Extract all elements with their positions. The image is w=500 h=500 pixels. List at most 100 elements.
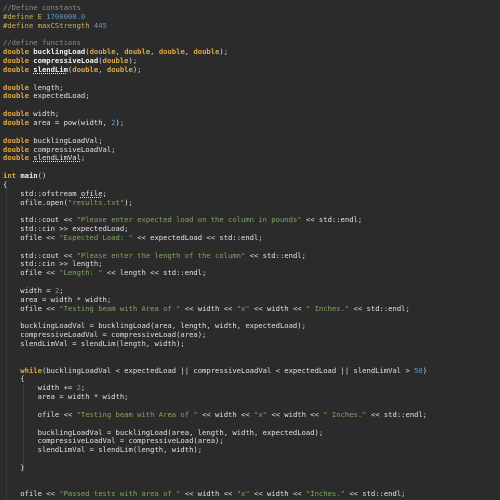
code-token-plain: width = xyxy=(3,286,55,295)
code-token-plain: slendLimVal = slendLim(length, width); xyxy=(3,339,185,349)
code-line: int main() xyxy=(3,171,500,181)
code-token-plain: , xyxy=(115,47,125,57)
code-token-keyword: double xyxy=(124,47,151,57)
code-token-plain: std::ofstream xyxy=(3,188,81,198)
code-token-plain: , xyxy=(150,47,159,57)
code-token-string: "Passed tests with area of " xyxy=(59,489,181,499)
code-token-plain: area = width * width; xyxy=(3,294,112,304)
code-token-keyword: double xyxy=(102,56,129,66)
code-token-plain: expectedLoad; xyxy=(33,91,90,101)
code-token-keyword: double xyxy=(3,64,34,74)
code-token-plain: ; xyxy=(80,153,86,163)
code-token-plain: ; xyxy=(59,286,64,295)
code-token-string: " Inches." xyxy=(323,409,367,419)
code-token-comment: //define functions xyxy=(3,38,81,48)
code-token-plain: width; xyxy=(33,109,60,119)
code-line: slendLimVal = slendLim(length, width); xyxy=(3,339,500,349)
code-token-plain: width += xyxy=(3,383,77,393)
code-token-plain: << std::endl; xyxy=(349,303,410,313)
code-token-string: "x" xyxy=(254,409,267,419)
code-token-plain: ofile << xyxy=(3,232,60,242)
code-token-keyword: double xyxy=(3,144,34,154)
code-token-keyword: double xyxy=(3,109,34,119)
code-token-plain: bucklingLoadVal; xyxy=(33,135,103,145)
code-token-plain: slendLimVal = slendLim(length, width); xyxy=(3,445,203,455)
code-token-plain: << width << xyxy=(249,489,306,499)
code-token-plain: ofile << xyxy=(3,409,77,419)
code-token-plain: std::cout << xyxy=(3,215,77,225)
code-line: double area = pow(width, 2); xyxy=(3,117,500,128)
code-line: } xyxy=(3,462,500,473)
code-token-plain: ofile.open( xyxy=(3,197,68,207)
code-token-plain: length; xyxy=(33,82,64,92)
code-token-plain: std::cin >> length; xyxy=(3,259,103,269)
code-token-plain: << width << xyxy=(197,409,255,419)
code-token-plain: << std::endl; xyxy=(301,215,363,225)
code-token-function: slendLim xyxy=(33,64,68,74)
code-token-plain: { xyxy=(3,374,25,384)
code-line: #define maxCStrength 445 xyxy=(3,20,500,31)
code-token-function: main xyxy=(20,171,38,181)
code-token-function: compressiveLoad xyxy=(33,56,99,66)
code-token-plain: bucklingLoadVal = bucklingLoad(area, len… xyxy=(3,321,306,331)
code-token-keyword: while xyxy=(3,365,42,375)
code-token-preprocessor: #define E xyxy=(3,11,47,21)
code-token-function: bucklingLoad xyxy=(33,47,86,57)
code-token-plain: << std::endl; xyxy=(366,409,428,419)
code-token-plain: << width << xyxy=(180,303,237,313)
code-token-keyword: double xyxy=(3,117,34,127)
code-token-plain: << std::endl; xyxy=(245,250,306,260)
code-line: double slendLimVal; xyxy=(3,153,500,163)
code-token-plain: ; xyxy=(102,188,107,198)
code-token-plain: () xyxy=(37,171,47,181)
code-token-plain: } xyxy=(3,462,25,472)
code-token-plain: << std::endl; xyxy=(344,489,406,499)
code-line: ofile << "Passed tests with area of " <<… xyxy=(3,489,500,499)
code-token-string: "Expected Load: " xyxy=(59,232,133,242)
code-line: area = width * width; xyxy=(3,392,500,402)
code-token-plain: bucklingLoadVal = bucklingLoad(area, len… xyxy=(3,427,324,437)
code-editor[interactable]: //Define constants #define E 1700000.0 #de… xyxy=(0,0,500,500)
code-token-string: "Please enter the length of the column" xyxy=(76,250,246,260)
code-token-plain: << length << std::endl; xyxy=(102,268,207,278)
code-token-keyword: double xyxy=(3,135,34,145)
code-line: ofile << "Expected Load: " << expectedLo… xyxy=(3,232,500,243)
code-token-comment: //Define constants xyxy=(3,3,81,12)
code-line: slendLimVal = slendLim(length, width); xyxy=(3,445,500,455)
code-token-number: 50 xyxy=(414,365,423,375)
code-token-plain: << expectedLoad << std::endl; xyxy=(132,232,263,242)
code-token-preprocessor: #define maxCStrength xyxy=(3,20,94,30)
code-token-plain: << width << xyxy=(249,303,306,313)
code-token-plain: ); xyxy=(115,117,125,127)
code-token-keyword: double xyxy=(3,91,34,101)
code-token-plain: ; xyxy=(80,383,86,393)
code-line: ofile.open("results.txt"); xyxy=(3,197,500,208)
code-line: double slendLim(double, double); xyxy=(3,64,500,75)
code-token-plain: << width << xyxy=(267,409,324,419)
code-token-plain: ofile << xyxy=(3,489,60,499)
code-token-keyword: double xyxy=(3,153,34,163)
code-area[interactable]: //Define constants #define E 1700000.0 #de… xyxy=(3,3,500,500)
code-token-plain: ofile xyxy=(80,188,103,198)
code-token-plain: , xyxy=(98,64,107,74)
code-token-number: 1700000.0 xyxy=(46,11,86,21)
code-token-plain: ); xyxy=(132,64,142,74)
code-token-plain: ); xyxy=(219,47,229,57)
code-token-plain: std::cin >> expectedLoad; xyxy=(3,224,129,234)
code-token-plain: compressiveLoadVal = compressiveLoad(are… xyxy=(3,330,207,340)
code-token-plain: ofile << xyxy=(3,303,60,313)
code-line: ofile << "Testing beam with Area of " <<… xyxy=(3,409,500,420)
code-token-string: "Please enter expected load on the colum… xyxy=(76,215,302,225)
code-token-plain: (bucklingLoadVal < expectedLoad || compr… xyxy=(41,365,415,375)
code-token-string: "Testing beam with Area of " xyxy=(59,303,181,313)
code-token-plain: std::cout << xyxy=(3,250,77,260)
code-token-keyword: double xyxy=(3,47,34,57)
code-token-plain: compressiveLoadVal; xyxy=(33,144,116,154)
code-line: while(bucklingLoadVal < expectedLoad || … xyxy=(3,365,500,376)
